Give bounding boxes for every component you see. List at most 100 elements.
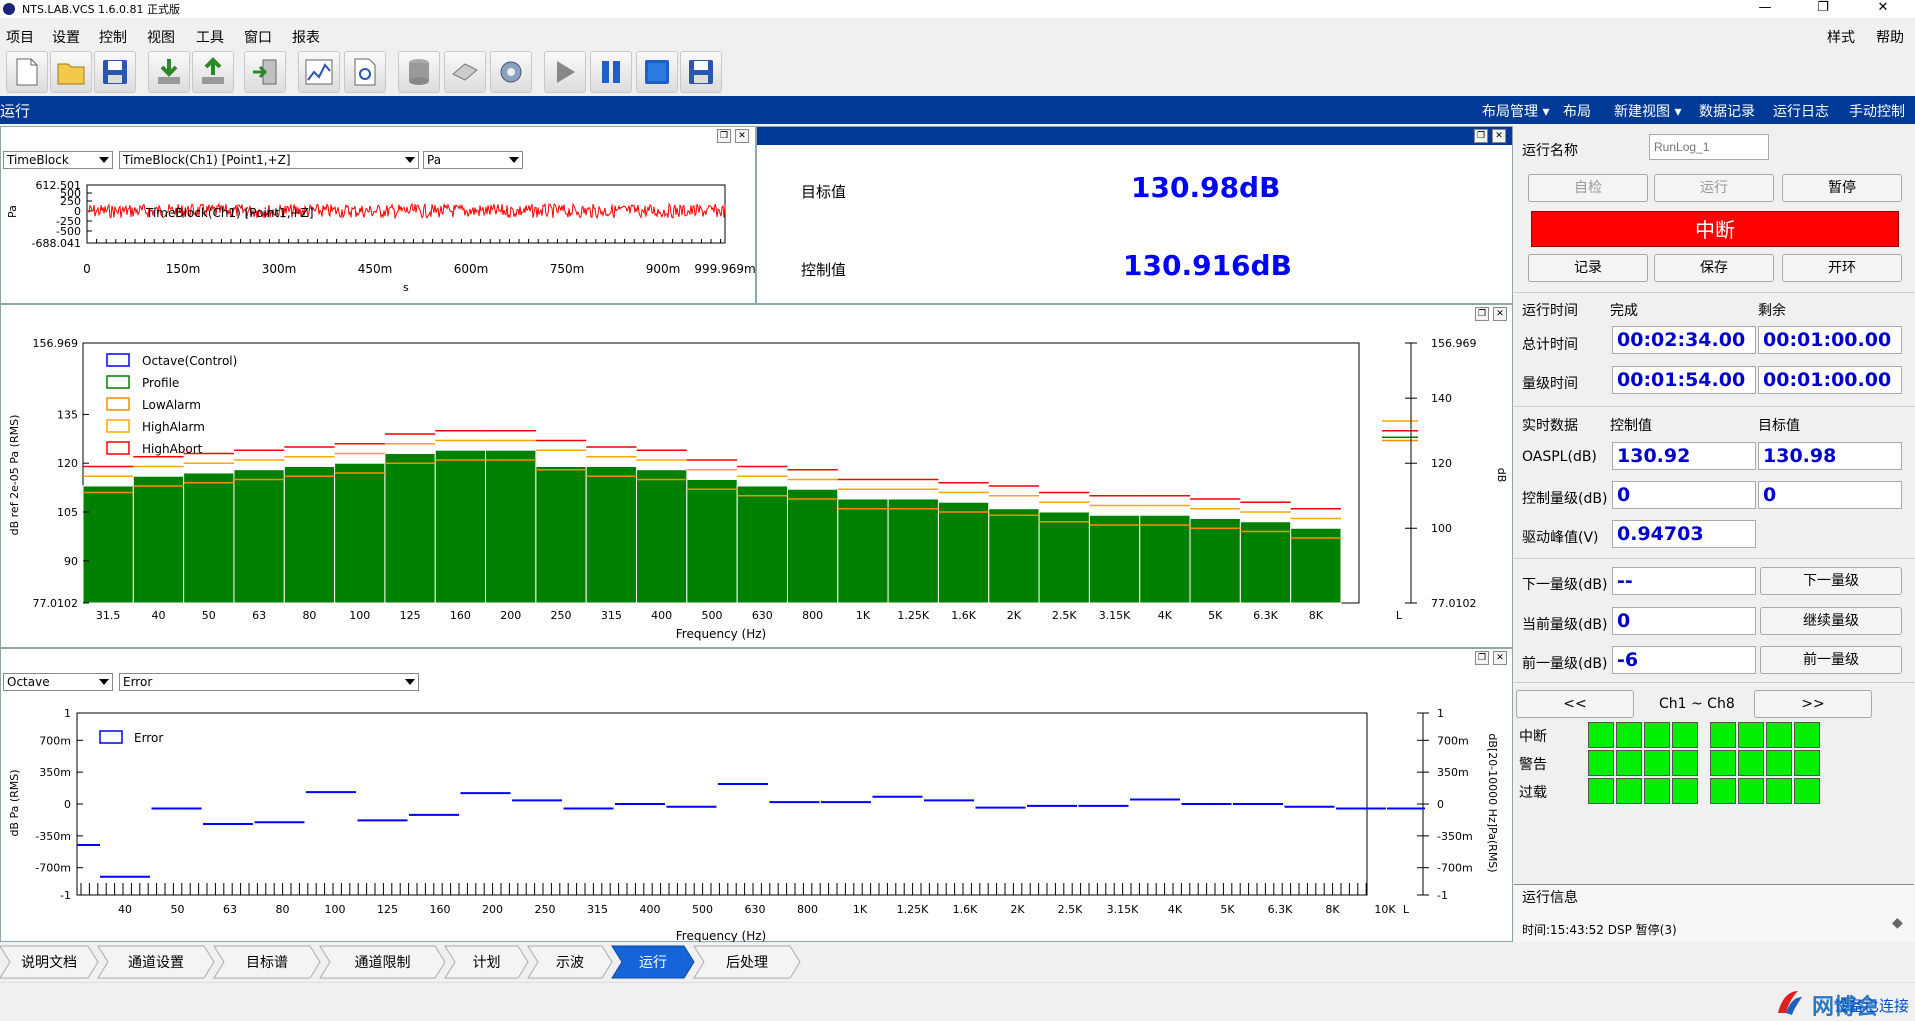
open-loop-button[interactable]: 开环 xyxy=(1782,254,1902,282)
spectrum-ytick-label: 156.969 xyxy=(33,337,79,350)
restore-button[interactable]: ❐ xyxy=(1803,0,1843,18)
channel-prev-button[interactable]: << xyxy=(1516,690,1634,718)
restore-error-panel-icon[interactable]: ❐ xyxy=(1475,651,1489,665)
menu-control[interactable]: 控制 xyxy=(99,27,127,47)
database-icon[interactable] xyxy=(398,51,440,93)
error-xtick-label: 630 xyxy=(745,903,766,916)
workflow-tab-7[interactable]: 后处理 xyxy=(693,945,801,979)
scroll-diamond-icon[interactable]: ◆ xyxy=(1892,915,1908,931)
save-button[interactable]: 保存 xyxy=(1654,254,1774,282)
error-series-select[interactable]: Error xyxy=(119,673,419,691)
workflow-tab-2[interactable]: 目标谱 xyxy=(213,945,321,979)
time-channel-select[interactable]: TimeBlock(Ch1) [Point1,+Z] xyxy=(119,151,419,169)
spectrum-bar xyxy=(485,449,537,604)
new-view-menu[interactable]: 新建视图 ▾ xyxy=(1614,101,1681,121)
menu-style[interactable]: 样式 xyxy=(1827,27,1855,47)
menu-view[interactable]: 视图 xyxy=(147,27,175,47)
time-unit-select[interactable]: Pa xyxy=(423,151,523,169)
menu-settings[interactable]: 设置 xyxy=(52,27,80,47)
channel-status-led xyxy=(1794,750,1820,776)
self-check-button[interactable]: 自检 xyxy=(1528,174,1648,202)
time-xtick-label: 450m xyxy=(358,262,393,276)
spectrum-legend-label: Profile xyxy=(142,376,179,390)
run-name-input[interactable] xyxy=(1649,134,1769,160)
import-icon[interactable] xyxy=(148,51,190,93)
restore-value-panel-icon[interactable]: ❐ xyxy=(1474,129,1488,143)
run-log-menu[interactable]: 运行日志 xyxy=(1773,101,1829,121)
time-x-axis: 0 150m 300m 450m 600m 750m 900m 999.969m xyxy=(83,239,756,276)
next-level-button[interactable]: 下一量级 xyxy=(1760,567,1902,595)
workflow-tab-label[interactable]: 运行 xyxy=(639,955,667,971)
workflow-tab-6[interactable]: 运行 xyxy=(611,945,695,979)
new-doc-icon[interactable] xyxy=(6,51,48,93)
error-xtick-label: 40 xyxy=(118,903,132,916)
close-button[interactable]: ✕ xyxy=(1863,0,1903,18)
stop-icon[interactable] xyxy=(636,51,678,93)
spectrum-xtick-label: 80 xyxy=(302,609,316,622)
data-record-menu[interactable]: 数据记录 xyxy=(1699,101,1755,121)
spectrum-xtick-label: 200 xyxy=(500,609,521,622)
continue-level-button[interactable]: 继续量级 xyxy=(1760,607,1902,635)
export-icon[interactable] xyxy=(192,51,234,93)
close-value-panel-icon[interactable]: ✕ xyxy=(1492,129,1506,143)
workflow-tab-label[interactable]: 通道设置 xyxy=(128,955,184,971)
runtime-label: 运行时间 xyxy=(1522,303,1578,319)
run-button[interactable]: 运行 xyxy=(1654,174,1774,202)
save-icon[interactable] xyxy=(94,51,136,93)
menu-help[interactable]: 帮助 xyxy=(1876,27,1904,47)
save-disk-icon[interactable] xyxy=(680,51,722,93)
workflow-tab-label[interactable]: 计划 xyxy=(473,955,501,971)
menu-project[interactable]: 项目 xyxy=(6,27,34,47)
gear-icon[interactable] xyxy=(490,51,532,93)
workflow-tab-label[interactable]: 说明文档 xyxy=(21,955,77,971)
open-folder-icon[interactable] xyxy=(50,51,92,93)
menu-window[interactable]: 窗口 xyxy=(244,27,272,47)
error-ytick-label: -700m xyxy=(35,862,71,875)
layout-manage-menu[interactable]: 布局管理 ▾ xyxy=(1482,101,1549,121)
door-icon[interactable] xyxy=(244,51,286,93)
settings-doc-icon[interactable] xyxy=(344,51,386,93)
spectrum-bar xyxy=(1290,527,1342,604)
channel-status-led xyxy=(1766,722,1792,748)
chart-icon[interactable] xyxy=(298,51,340,93)
error-series-value: Error xyxy=(123,675,153,689)
minimize-button[interactable]: — xyxy=(1745,0,1785,18)
pause-button[interactable]: 暂停 xyxy=(1782,174,1902,202)
level-time-remain: 00:01:00.00 xyxy=(1758,366,1902,394)
eraser-icon[interactable] xyxy=(444,51,486,93)
restore-panel-icon[interactable]: ❐ xyxy=(717,129,731,143)
workflow-tab-1[interactable]: 通道设置 xyxy=(97,945,215,979)
workflow-tab-label[interactable]: 通道限制 xyxy=(355,955,411,971)
spectrum-bar xyxy=(233,469,285,604)
menu-report[interactable]: 报表 xyxy=(292,27,320,47)
workflow-tab-4[interactable]: 计划 xyxy=(444,945,529,979)
error-xtick-label: 6.3K xyxy=(1268,903,1293,916)
pause-icon[interactable] xyxy=(590,51,632,93)
error-xtick-label: 1.25K xyxy=(897,903,929,916)
divider xyxy=(1514,406,1914,407)
restore-spectrum-panel-icon[interactable]: ❐ xyxy=(1475,307,1489,321)
workflow-tab-5[interactable]: 示波 xyxy=(527,945,613,979)
workflow-tab-label[interactable]: 后处理 xyxy=(726,955,768,971)
error-xtick-label: 3.15K xyxy=(1107,903,1139,916)
channel-status-led xyxy=(1766,750,1792,776)
layout-menu[interactable]: 布局 xyxy=(1563,101,1591,121)
error-legend-label: Error xyxy=(134,731,163,745)
close-panel-icon[interactable]: ✕ xyxy=(735,129,749,143)
spectrum-bar xyxy=(183,472,235,604)
play-icon[interactable] xyxy=(544,51,586,93)
error-type-select[interactable]: Octave xyxy=(3,673,113,691)
workflow-tab-3[interactable]: 通道限制 xyxy=(319,945,446,979)
close-error-panel-icon[interactable]: ✕ xyxy=(1493,651,1507,665)
previous-level-button[interactable]: 前一量级 xyxy=(1760,646,1902,674)
record-button[interactable]: 记录 xyxy=(1528,254,1648,282)
close-spectrum-panel-icon[interactable]: ✕ xyxy=(1493,307,1507,321)
workflow-tab-0[interactable]: 说明文档 xyxy=(0,945,99,979)
time-type-select[interactable]: TimeBlock xyxy=(3,151,113,169)
workflow-tab-label[interactable]: 示波 xyxy=(556,955,584,971)
manual-control-menu[interactable]: 手动控制 xyxy=(1849,101,1905,121)
channel-next-button[interactable]: >> xyxy=(1754,690,1872,718)
menu-tools[interactable]: 工具 xyxy=(196,27,224,47)
control-level-label: 控制量级(dB) xyxy=(1522,491,1608,507)
workflow-tab-label[interactable]: 目标谱 xyxy=(246,955,288,971)
